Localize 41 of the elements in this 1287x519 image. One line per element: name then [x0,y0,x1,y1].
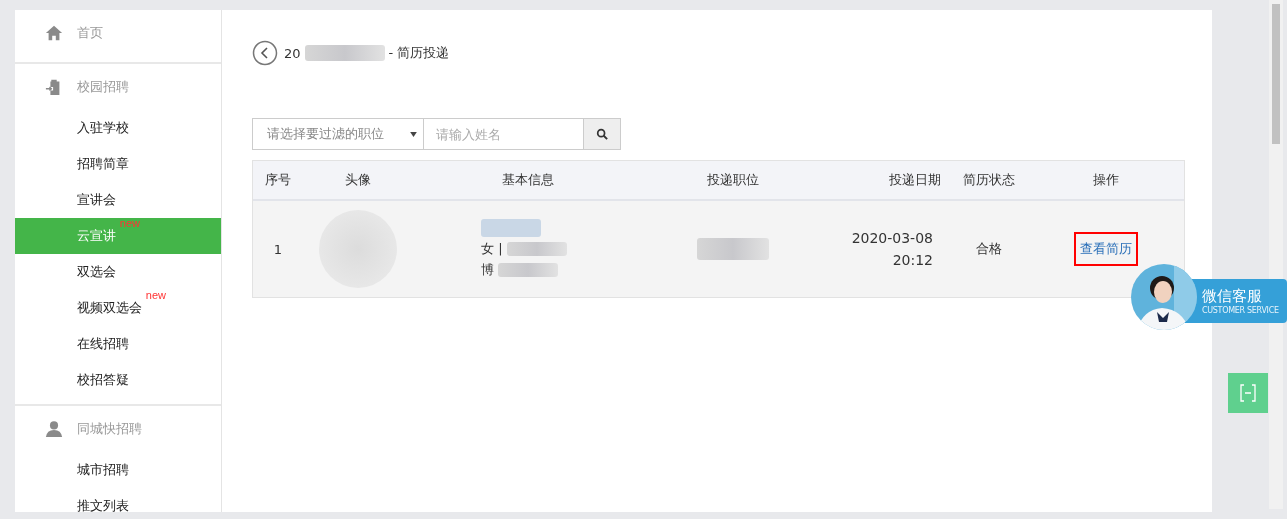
status-text: 合格 [974,240,1003,258]
table-cell-text: 1 [272,241,284,257]
sidebar-item[interactable]: 在线招聘 [15,326,221,362]
person-icon [45,420,63,438]
service-subtitle: CUSTOMER SERVICE [1202,306,1279,315]
sidebar-item[interactable]: 校招答疑 [15,362,221,398]
sidebar-item[interactable]: 招聘简章 [15,146,221,182]
service-title: 微信客服 [1202,287,1263,306]
sidebar-item[interactable]: 推文列表 [15,488,221,519]
column-header: 投递职位 [706,171,760,189]
blurred-text [506,242,567,256]
page-title: 20 [284,45,301,61]
column-header: 简历状态 [961,171,1016,189]
column-header: 头像 [344,171,372,189]
sidebar-item[interactable]: 双选会 [15,254,221,290]
blurred-text [481,219,541,237]
column-header: 基本信息 [501,171,555,189]
column-header: 序号 [264,171,292,189]
degree-text: 博 [481,261,494,279]
sidebar-item[interactable]: 宣讲会 [15,182,221,218]
new-label: new [145,289,166,301]
new-label: new [119,217,140,229]
position-select[interactable]: 请选择要过滤的职位 [252,118,424,150]
page-title: - 简历投递 [388,44,450,62]
blurred-text [498,263,558,277]
blurred-text [697,238,769,260]
back-icon[interactable] [252,40,278,66]
sidebar-item[interactable]: 入驻学校 [15,110,221,146]
name-field[interactable]: 请输入姓名 [424,118,584,150]
caret-icon [410,131,417,137]
sidebar-item[interactable]: 城市招聘 [15,452,221,488]
minimize-icon [1240,384,1256,402]
gender-text: 女 | [481,240,503,258]
time-text: 20:12 [892,252,933,268]
view-resume-link[interactable]: 查看简历 [1074,232,1138,266]
column-header: 投递日期 [888,171,941,189]
search-icon [596,128,608,140]
column-header: 操作 [1092,171,1120,189]
search-button[interactable] [584,118,621,150]
home-icon [45,24,63,42]
date-text: 2020-03-08 [851,230,933,246]
